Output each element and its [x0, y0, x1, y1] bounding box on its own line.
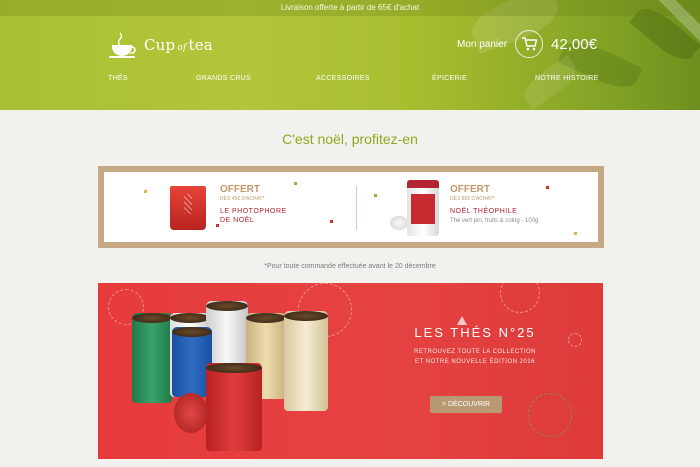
- logo-word-of: of: [177, 43, 187, 53]
- christmas-offer-banner[interactable]: OFFERT DÈS 45€ D'ACHAT* LE PHOTOPHORE DE…: [98, 166, 604, 248]
- ornament-decoration: [528, 393, 572, 437]
- banner-subtitle-line: RETROUVEZ TOUTE LA COLLECTION: [414, 349, 536, 355]
- confetti: [144, 190, 147, 193]
- cart-label[interactable]: Mon panier: [457, 39, 507, 50]
- confetti: [546, 186, 549, 189]
- tea-tin-image: [407, 180, 439, 236]
- page-headline: C'est noël, profitez-en: [282, 131, 418, 147]
- main-nav: THÉS GRANDS CRUS ACCESSOIRES ÉPICERIE NO…: [0, 75, 700, 87]
- thes-n25-banner[interactable]: LES THÉS N°25 RETROUVEZ TOUTE LA COLLECT…: [98, 283, 603, 459]
- offer-footnote: *Pour toute commande effectuée avant le …: [264, 263, 436, 270]
- christmas-tree-icon: [457, 316, 467, 325]
- offer-noel-theophile: OFFERT DÈS 85€ D'ACHAT* NOËL THÉOPHILE T…: [450, 184, 538, 224]
- banner-subtitle: RETROUVEZ TOUTE LA COLLECTION ET NOTRE N…: [370, 347, 580, 367]
- offer-title: OFFERT: [450, 184, 490, 195]
- tea-leaves: [246, 313, 286, 323]
- banner-title: LES THÉS N°25: [414, 325, 536, 340]
- offer-name: LE PHOTOPHORE DE NOËL: [220, 207, 287, 225]
- tea-can-image: [132, 313, 172, 403]
- tea-leaves: [132, 313, 172, 323]
- cart-widget[interactable]: Mon panier 42,00€: [457, 30, 597, 58]
- shopping-cart-icon[interactable]: [515, 30, 544, 58]
- confetti: [294, 182, 297, 185]
- confetti: [216, 224, 219, 227]
- confetti: [330, 220, 333, 223]
- tin-label: [411, 194, 435, 224]
- offer-threshold: DÈS 45€ D'ACHAT*: [220, 196, 265, 202]
- tin-lid-image: [390, 216, 408, 230]
- banner-subtitle-line: ET NOTRE NOUVELLE ÉDITION 2016: [415, 359, 535, 365]
- confetti: [374, 194, 377, 197]
- tea-can-image: [206, 363, 262, 451]
- tin-cap: [407, 180, 439, 188]
- site-logo[interactable]: Cup of tea: [108, 30, 213, 60]
- nav-item-accessoires[interactable]: ACCESSOIRES: [316, 75, 370, 82]
- tea-leaves: [284, 311, 328, 321]
- tea-can-image: [284, 311, 328, 411]
- offer-photophore: OFFERT DÈS 45€ D'ACHAT* LE PHOTOPHORE DE…: [220, 184, 287, 225]
- nav-item-grands-crus[interactable]: GRANDS CRUS: [196, 75, 251, 82]
- logo-text: Cup of tea: [144, 36, 213, 54]
- offer-threshold: DÈS 85€ D'ACHAT*: [450, 196, 495, 202]
- tea-leaves: [206, 301, 248, 311]
- offer-description: Thé vert pin, fruits & coing · 100g: [450, 218, 539, 224]
- tea-leaves: [170, 313, 210, 323]
- tea-leaves: [172, 327, 212, 337]
- logo-word-cup: Cup: [144, 36, 176, 54]
- photophore-image: [170, 186, 206, 230]
- offer-name-line: LE PHOTOPHORE: [220, 208, 287, 215]
- cart-total[interactable]: 42,00€: [551, 36, 597, 53]
- shipping-banner: Livraison offerte à partir de 65€ d'acha…: [0, 0, 700, 16]
- tea-leaves: [206, 363, 262, 373]
- discover-button[interactable]: > DÉCOUVRIR: [430, 396, 502, 413]
- site-header: Livraison offerte à partir de 65€ d'acha…: [0, 0, 700, 110]
- offer-name: NOËL THÉOPHILE: [450, 208, 518, 215]
- logo-word-tea: tea: [188, 36, 213, 54]
- nav-item-epicerie[interactable]: ÉPICERIE: [432, 75, 467, 82]
- confetti: [574, 232, 577, 235]
- teacup-icon: [109, 32, 136, 58]
- nav-item-notre-histoire[interactable]: NOTRE HISTOIRE: [535, 75, 599, 82]
- promo-divider: [356, 186, 357, 230]
- offer-name-line: DE NOËL: [220, 217, 255, 224]
- tea-can-lid-image: [174, 393, 208, 433]
- ornament-decoration: [500, 283, 540, 313]
- nav-item-thes[interactable]: THÉS: [108, 75, 128, 82]
- offer-title: OFFERT: [220, 184, 260, 195]
- carousel-dots[interactable]: [242, 463, 256, 467]
